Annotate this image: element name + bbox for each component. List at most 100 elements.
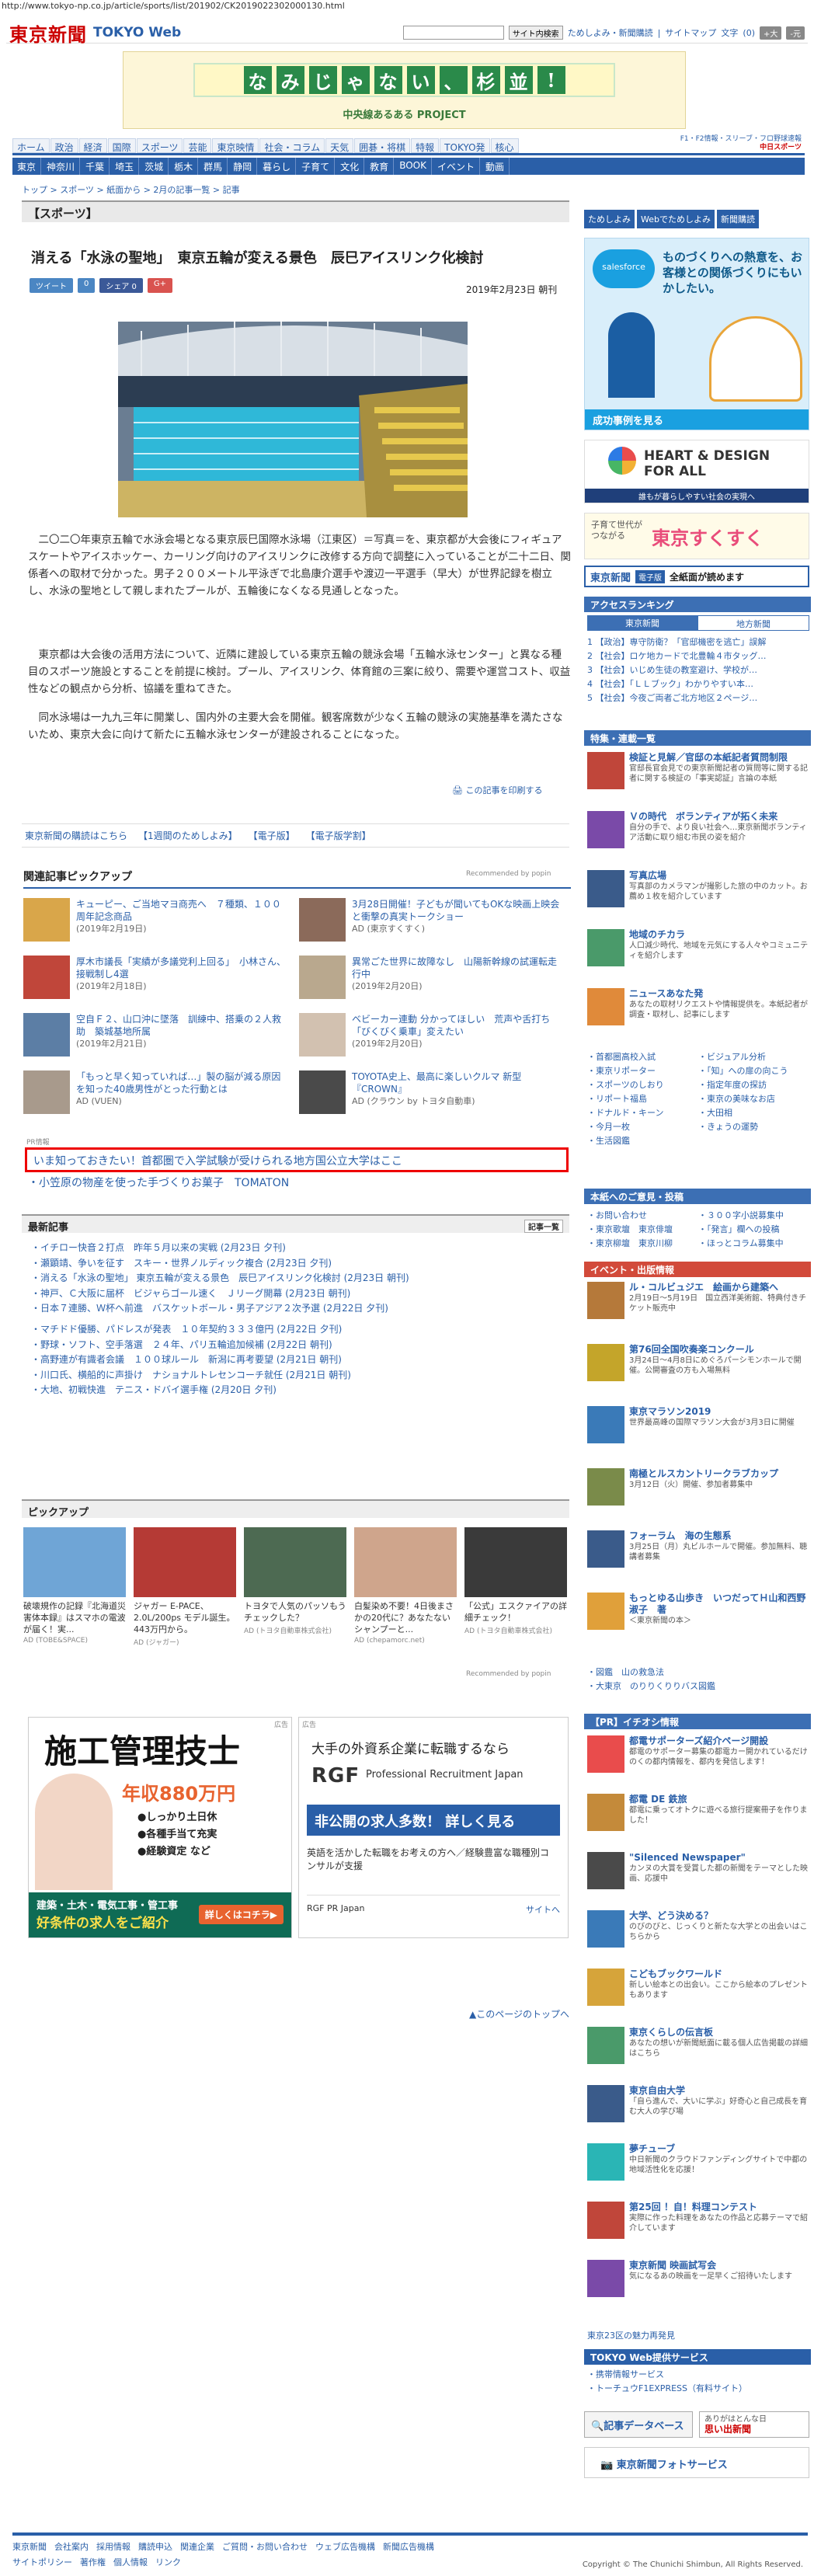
event-item[interactable]: 第76回全国吹奏楽コンクール 3月24日～4月8日にめぐろパーシモンホールで開催。…: [587, 1344, 809, 1381]
invite-link[interactable]: ・お問い合わせ: [587, 1209, 698, 1223]
pickup-item[interactable]: ジャガー E-PACE、2.0L/200ps モデル誕生。443万円から。 AD …: [134, 1527, 236, 1659]
related-item[interactable]: 空自Ｆ２、山口沖に墜落 訓練中、搭乗の２人救助 築城基地所属 (2019年2月21…: [23, 1013, 287, 1063]
nav-item[interactable]: 国際: [107, 138, 136, 153]
pr-link[interactable]: ・小笠原の物産を使った手づくりお菓子 TOMATON: [28, 1175, 289, 1190]
related-item[interactable]: 異常ごた世界に故障なし 山陽新幹線の試運転走行中 (2019年2月20日): [299, 956, 563, 1005]
region-nav-item[interactable]: 千葉: [81, 158, 110, 175]
side-link[interactable]: ・ドナルド・キーン: [587, 1106, 698, 1120]
font-up-button[interactable]: +大: [760, 26, 782, 40]
latest-item[interactable]: ・消える「水泳の聖地」 東京五輪が変える景色 辰巳アイスリンク化検討 (2月23…: [31, 1271, 536, 1286]
nav-item[interactable]: TOKYO発: [440, 138, 490, 153]
footer-link[interactable]: 会社案内: [54, 2540, 89, 2553]
search-input[interactable]: [402, 26, 504, 40]
side-link[interactable]: ・きょうの運勢: [698, 1120, 809, 1134]
related-item[interactable]: 3月28日開催！子どもが聞いてもOKな映画上映会と衝撃の真実トークショー AD (…: [299, 898, 563, 948]
side-link[interactable]: ・リポート福島: [587, 1092, 698, 1106]
invite-link[interactable]: ・「発言」欄への投稿: [698, 1223, 809, 1237]
web-service-link[interactable]: ・携帯情報サービス: [587, 2368, 809, 2382]
header-link-sitemap[interactable]: サイトマップ: [665, 26, 716, 39]
latest-item[interactable]: ・イチロー快音２打点 昨年５月以来の実戦 (2月23日 夕刊): [31, 1241, 536, 1256]
side-link[interactable]: ・スポーツのしおり: [587, 1078, 698, 1092]
latest-more-link[interactable]: 記事一覧: [524, 1220, 563, 1233]
nav-item[interactable]: 囲碁・将棋: [354, 138, 411, 153]
ad-salesforce[interactable]: salesforce ものづくりへの熱意を、お客様との関係づくりにもいかしたい。…: [584, 238, 809, 430]
side-link[interactable]: ・東京の美味なお店: [698, 1092, 809, 1106]
ranking-item[interactable]: 1 【政治】専守防衛？「官邸機密を逃亡」誤解: [587, 635, 809, 649]
footer-link[interactable]: 採用情報: [96, 2540, 130, 2553]
tokyo23-link[interactable]: 東京23区の魅力再発見: [587, 2329, 675, 2341]
region-nav-item[interactable]: 静岡: [228, 158, 258, 175]
back-to-top-link[interactable]: ▲このページのトップへ: [469, 2007, 569, 2021]
region-nav-item[interactable]: 子育て: [297, 158, 336, 175]
ranking-item[interactable]: 5 【社会】今夜ご両者ご北方地区２ページ…: [587, 691, 809, 705]
footer-link[interactable]: ウェブ広告機構: [315, 2540, 375, 2553]
region-nav-item[interactable]: BOOK: [395, 158, 432, 175]
footer-link[interactable]: 東京新聞: [12, 2540, 47, 2553]
nav-item[interactable]: 天気: [325, 138, 354, 153]
latest-item[interactable]: ・高野連が有識者会議 １００球ルール 新潟に再考要望 (2月21日 朝刊): [31, 1352, 536, 1368]
breadcrumb[interactable]: トップ > スポーツ > 紙面から > 2月の記事一覧 > 記事: [22, 183, 240, 196]
region-nav-item[interactable]: 埼玉: [110, 158, 140, 175]
tweet-button[interactable]: ツイート: [30, 278, 73, 293]
footer-link[interactable]: 購読申込: [138, 2540, 172, 2553]
footer-link[interactable]: サイトポリシー: [12, 2556, 72, 2568]
region-nav-item[interactable]: 栃木: [169, 158, 199, 175]
pr-link-highlight[interactable]: いま知っておきたい！首都圏で入学試験が受けられる地方国公立大学はここ: [25, 1147, 569, 1172]
side-link[interactable]: ・ビジュアル分析: [698, 1050, 809, 1064]
latest-item[interactable]: ・瀬顕靖、争いを征す スキー・世界ノルディック複合 (2月23日 夕刊): [31, 1256, 536, 1272]
pickup-item[interactable]: 破壊規作の記録『北海道災害体本録』はスマホの電波が届く！実... AD (TOBE…: [23, 1527, 126, 1659]
font-reset-button[interactable]: -元: [786, 26, 805, 40]
trial-button[interactable]: ためしよみ: [584, 210, 635, 228]
side-link[interactable]: ・「知」への扉の向こう: [698, 1064, 809, 1078]
subscribe-link[interactable]: 【1週間のためしよみ】: [138, 829, 238, 842]
special-item[interactable]: 地域のチカラ 人口減少時代、地域を元気にする人々やコミュニティを紹介します: [587, 929, 809, 966]
header-link-subscribe[interactable]: ためしよみ・新聞購読: [568, 26, 653, 39]
nav-item[interactable]: 特報: [411, 138, 440, 153]
pr-item[interactable]: 大学、どう決める？ のびのびと、じっくりと新たな大学との出会いはこちらから: [587, 1910, 809, 1948]
invite-link[interactable]: ・東京歌壇 東京俳壇: [587, 1223, 698, 1237]
event-item[interactable]: 南極とルスカントリークラブカップ 3月12日（火）開催、参加者募集中: [587, 1468, 809, 1506]
ranking-tab[interactable]: 地方新聞: [697, 615, 809, 631]
side-link[interactable]: ・首都圏高校入試: [587, 1050, 698, 1064]
ad-construction[interactable]: 広告 施工管理技士 年収880万円 ●しっかり土日休 ●各種手当て充実 ●経験資…: [28, 1717, 292, 1938]
photo-service-banner[interactable]: 📷 東京新聞フォトサービス: [584, 2447, 809, 2478]
region-nav-item[interactable]: 動画: [481, 158, 510, 175]
subscribe-button[interactable]: 新聞購読: [716, 210, 759, 228]
nav-item[interactable]: 政治: [50, 138, 78, 153]
search-button[interactable]: サイト内検索: [508, 26, 563, 40]
pr-item[interactable]: 東京新聞 映画試写会 気になるあの映画を一足早くご招待いたします: [587, 2260, 809, 2297]
latest-item[interactable]: ・大地、初戦快進 テニス・ドバイ選手権 (2月20日 夕刊): [31, 1383, 536, 1398]
special-item[interactable]: ニュースあなた発 あなたの取材リクエストや情報提供を。本紙記者が調査・取材し、記事…: [587, 988, 809, 1025]
pickup-item[interactable]: トヨタで人気のパッソもうチェックした？ AD (トヨタ自動車株式会社): [244, 1527, 346, 1659]
region-nav-item[interactable]: 東京: [12, 158, 42, 175]
print-link[interactable]: 🖨 この記事を印刷する: [452, 784, 542, 796]
side-link[interactable]: ・今月一枚: [587, 1120, 698, 1134]
invite-link[interactable]: ・東京柳壇 東京川柳: [587, 1237, 698, 1251]
event-item[interactable]: 東京マラソン2019 世界最高峰の国際マラソン大会が3月3日に開催: [587, 1406, 809, 1443]
footer-link[interactable]: 新聞広告機構: [383, 2540, 434, 2553]
pr-item[interactable]: こどもブックワールド 新しい絵本との出会い。ここから絵本のプレゼントもあります: [587, 1969, 809, 2006]
pickup-item[interactable]: 「公式」エスクァイアの詳細チェック！ AD (トヨタ自動車株式会社): [464, 1527, 567, 1659]
footer-link[interactable]: リンク: [155, 2556, 181, 2568]
web-service-link[interactable]: ・トーチュウF1EXPRESS（有料サイト）: [587, 2382, 809, 2396]
footer-link[interactable]: 著作権: [80, 2556, 106, 2568]
latest-item[interactable]: ・野球・ソフト、空手落選 ２４年、パリ五輪追加候補 (2月22日 朝刊): [31, 1338, 536, 1353]
related-item[interactable]: キューピー、ご当地マヨ商売へ ７種類、１００周年記念商品 (2019年2月19日): [23, 898, 287, 948]
memory-paper-ad[interactable]: ありがはとんな日 思い出新聞: [699, 2411, 809, 2438]
subscribe-link[interactable]: 【電子版学割】: [306, 829, 371, 842]
ranking-item[interactable]: 2 【社会】ロケ地カードで北豊輪４市タッグ…: [587, 649, 809, 663]
pr-item[interactable]: 第25回 ！自！料理コンテスト 実際に作った料理をあなたの作品と応募テーマで紹介し…: [587, 2202, 809, 2239]
pr-item[interactable]: 都電 DE 鉄旅 都電に乗ってオトクに遊べる旅行提案冊子を作りました！: [587, 1794, 809, 1831]
pr-item[interactable]: 東京くらしの伝言板 あなたの想いが新聞紙面に載る個人広告掲載の詳細はこちら: [587, 2027, 809, 2064]
pr-item[interactable]: "Silenced Newspaper" カンヌの大賞を受賞した都の新聞をテーマと…: [587, 1852, 809, 1889]
latest-item[interactable]: ・日本７連勝、Ｗ杯へ前進 バスケットボール・男子アジア２次予選 (2月22日 夕…: [31, 1301, 536, 1317]
event-link[interactable]: ・図鑑 山の救急法: [587, 1666, 809, 1680]
nav-item[interactable]: ホーム: [12, 138, 50, 153]
footer-link[interactable]: 関連企業: [180, 2540, 214, 2553]
ad-heart-design[interactable]: HEART & DESIGN FOR ALL 誰もが暮らしやすい社会の実現へ: [584, 440, 809, 503]
nav-item[interactable]: スポーツ: [136, 138, 183, 153]
nav-item[interactable]: 芸能: [183, 138, 212, 153]
related-item[interactable]: 「もっと早く知っていれば…」製の脳が減る原因を知った40歳男性がとった行動とは A…: [23, 1070, 287, 1120]
side-link[interactable]: ・生活図鑑: [587, 1134, 698, 1148]
pr-item[interactable]: 都電サポーターズ紹介ページ開設 都電のサポーター募集の都電カー開かれているだけのく…: [587, 1735, 809, 1773]
